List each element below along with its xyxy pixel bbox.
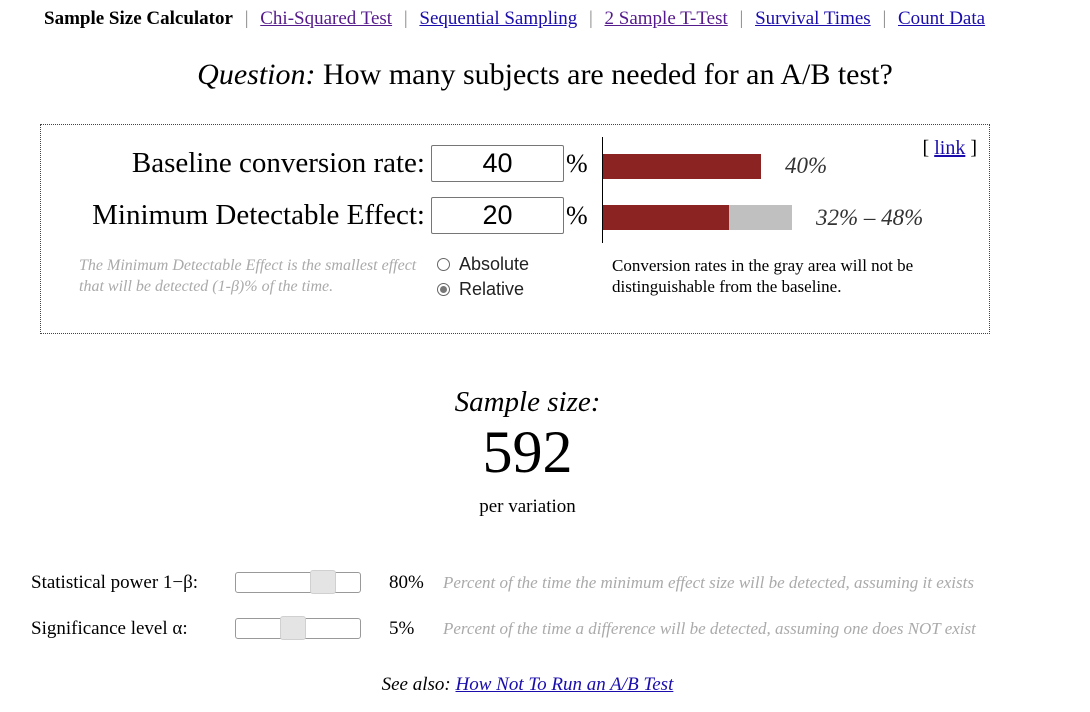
see-also-link[interactable]: How Not To Run an A/B Test xyxy=(456,674,674,695)
nav-separator: | xyxy=(588,8,593,29)
radio-absolute-label: Absolute xyxy=(459,254,530,274)
radio-absolute[interactable]: Absolute xyxy=(437,254,529,275)
power-label: Statistical power 1−β: xyxy=(31,572,199,593)
page-question: Question: How many subjects are needed f… xyxy=(0,58,1090,92)
nav-separator: | xyxy=(244,8,249,29)
baseline-bar-text: 40% xyxy=(785,153,828,178)
nav-link-2-sample-t-test[interactable]: 2 Sample T-Test xyxy=(605,8,728,29)
mde-bar-below xyxy=(603,205,729,230)
significance-slider[interactable] xyxy=(235,616,361,640)
baseline-unit: % xyxy=(566,149,588,178)
significance-label: Significance level α: xyxy=(31,618,188,639)
link-anchor[interactable]: link xyxy=(934,137,965,159)
radio-absolute-circle[interactable] xyxy=(437,258,450,271)
significance-value: 5% xyxy=(389,618,415,639)
power-value: 80% xyxy=(389,572,424,593)
radio-relative-circle[interactable] xyxy=(437,283,450,296)
permalink: [ link ] xyxy=(922,137,977,159)
mde-label: Minimum Detectable Effect: xyxy=(92,199,425,231)
nav-separator: | xyxy=(403,8,408,29)
top-nav: Sample Size Calculator | Chi-Squared Tes… xyxy=(44,8,985,30)
nav-link-sequential-sampling[interactable]: Sequential Sampling xyxy=(419,8,577,29)
question-text: How many subjects are needed for an A/B … xyxy=(323,58,893,91)
significance-description: Percent of the time a difference will be… xyxy=(443,619,976,638)
baseline-bar xyxy=(603,154,761,179)
nav-separator: | xyxy=(882,8,887,29)
baseline-input[interactable] xyxy=(431,145,564,182)
sample-size-label: Sample size: xyxy=(454,386,601,418)
mde-bar-gray-range xyxy=(729,205,792,230)
nav-link-count-data[interactable]: Count Data xyxy=(898,8,985,29)
nav-link-chi-squared[interactable]: Chi-Squared Test xyxy=(260,8,392,29)
question-label: Question: xyxy=(197,58,316,91)
radio-relative[interactable]: Relative xyxy=(437,279,524,300)
significance-slider-thumb[interactable] xyxy=(280,616,306,640)
nav-separator: | xyxy=(739,8,744,29)
power-description: Percent of the time the minimum effect s… xyxy=(443,573,974,592)
input-panel: Baseline conversion rate: % Minimum Dete… xyxy=(40,124,990,334)
mde-hint: The Minimum Detectable Effect is the sma… xyxy=(79,257,417,295)
baseline-label: Baseline conversion rate: xyxy=(131,147,425,179)
see-also: See also: How Not To Run an A/B Test xyxy=(0,674,1055,696)
gray-area-note: Conversion rates in the gray area will n… xyxy=(612,256,914,296)
nav-title: Sample Size Calculator xyxy=(44,8,233,29)
power-slider[interactable] xyxy=(235,570,361,594)
mde-range-text: 32% – 48% xyxy=(816,205,924,230)
sample-size-unit: per variation xyxy=(479,496,576,517)
mde-unit: % xyxy=(566,201,588,230)
sample-size-value: 592 xyxy=(482,419,573,485)
see-also-label: See also: xyxy=(381,674,451,695)
mde-input[interactable] xyxy=(431,197,564,234)
power-slider-thumb[interactable] xyxy=(310,570,336,594)
radio-relative-label: Relative xyxy=(459,279,525,299)
nav-link-survival-times[interactable]: Survival Times xyxy=(755,8,871,29)
